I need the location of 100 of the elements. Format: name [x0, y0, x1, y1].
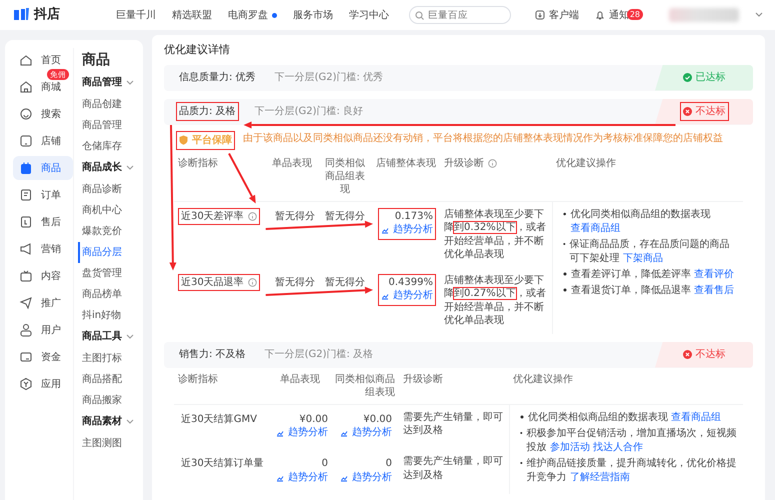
cell-value: 暂无得分	[325, 276, 365, 289]
sidebar-item[interactable]: 首页	[13, 48, 73, 72]
sidebar-item[interactable]: 营销	[13, 237, 73, 261]
sidebar-item[interactable]: 内容	[13, 264, 73, 288]
nav-link[interactable]: 学习中心	[349, 8, 389, 22]
metric-name: 近30天结算订单量	[181, 457, 264, 471]
submenu-item[interactable]: 商品分层	[78, 242, 143, 263]
diagnosis-text: 店铺整体表现至少要下降到0.27%以下，或者开始经营单品，并不断优化单品表现	[444, 274, 547, 328]
submenu-group[interactable]: 商品工具	[82, 326, 143, 348]
column-header: 单品表现	[280, 372, 320, 386]
cell-value: 0.4399%	[388, 276, 433, 289]
suggestion-text: 维护商品链接质量，提升商城转化，优化价格提升竞争力 了解经营指南	[526, 456, 737, 484]
suggestion-text: 保证商品品质，存在品质问题的商品可下架处理 下架商品	[570, 238, 731, 266]
trend-link[interactable]: 趋势分析	[381, 289, 433, 302]
cell-value: 0	[322, 457, 328, 471]
sidebar-item[interactable]: 资金	[13, 345, 73, 369]
suggestion-text: 优化同类相似商品组的数据表现 查看商品组	[570, 208, 712, 236]
action-link[interactable]: 查看商品组	[570, 222, 620, 234]
diagnosis-text: 需要先产生销量，即可达到及格	[403, 455, 504, 482]
page-title: 优化建议详情	[164, 42, 231, 58]
notice-text: 由于该商品以及同类相似商品还没有动销，平台将根据您的店铺整体表现情况作为考核标准保障您的店铺权益	[243, 132, 723, 146]
threshold-text: 下一分层(G2)门槛: 及格	[264, 348, 374, 362]
sidebar-item[interactable]: 用户	[13, 318, 73, 342]
suggestion-text: 积极参加平台促销活动，增加直播场次，短视频投放 参加活动 找达人合作	[526, 426, 737, 454]
action-link[interactable]: 参加活动	[550, 442, 590, 452]
submenu-item[interactable]: 商品创建	[82, 94, 143, 115]
column-header: 升级诊断	[403, 372, 443, 386]
cell-value: ¥0.00	[363, 412, 392, 426]
threshold-text: 下一分层(G2)门槛: 良好	[254, 104, 364, 119]
metric-name: 近30天品退率	[181, 276, 244, 289]
status-label: 不达标	[696, 348, 726, 362]
sidebar-item[interactable]: 商品	[13, 156, 73, 180]
sidebar-item[interactable]: 推广	[13, 291, 73, 315]
cell-value: ¥0.00	[299, 412, 328, 426]
sidebar-item[interactable]: 店铺	[13, 129, 73, 153]
sidebar-item[interactable]: 售后	[13, 210, 73, 234]
section-label: 销售力: 不及格	[178, 348, 247, 362]
nav-link[interactable]: 服务市场	[293, 8, 333, 22]
column-header: 同类相似商品组表现	[334, 372, 395, 398]
trend-link[interactable]: 趋势分析	[276, 470, 328, 484]
trend-link[interactable]: 趋势分析	[381, 223, 433, 236]
sidebar-item[interactable]: 订单	[13, 183, 73, 207]
trend-link[interactable]: 趋势分析	[340, 470, 392, 484]
action-link[interactable]: 找达人合作	[592, 442, 643, 452]
action-link[interactable]: 下架商品	[622, 252, 663, 264]
submenu-item[interactable]: 商品榜单	[82, 284, 143, 305]
submenu-group[interactable]: 商品管理	[82, 72, 143, 94]
submenu-group[interactable]: 商品素材	[82, 411, 143, 433]
action-link[interactable]: 查看评价	[694, 268, 734, 280]
search-field[interactable]: 巨量百应	[409, 6, 511, 24]
column-header: 诊断指标	[178, 156, 218, 170]
submenu-group[interactable]: 商品成长	[82, 157, 143, 179]
nav-link[interactable]: 精选联盟	[172, 8, 212, 22]
submenu-item[interactable]: 爆款竞价	[82, 221, 143, 242]
submenu-item[interactable]: 盘货管理	[82, 263, 143, 284]
submenu-item[interactable]: 商机中心	[82, 200, 143, 221]
cell-value: 暂无得分	[325, 210, 365, 223]
column-header: 升级诊断	[444, 156, 484, 170]
column-header: 同类相似商品组表现	[324, 156, 366, 196]
submenu-item[interactable]: 商品诊断	[82, 179, 143, 200]
submenu-item[interactable]: 主图测图	[82, 433, 143, 454]
cell-value: 0.173%	[394, 210, 433, 223]
trend-link[interactable]: 趋势分析	[276, 426, 328, 440]
section-label: 信息质量力: 优秀	[178, 70, 257, 85]
threshold-text: 下一分层(G2)门槛: 优秀	[274, 70, 384, 85]
metric-name: 近30天结算GMV	[181, 412, 257, 426]
submenu-title: 商品	[82, 50, 111, 70]
suggestion-text: 查看退货订单，降低品退率 查看售后	[571, 284, 734, 298]
action-link[interactable]: 了解经营指南	[570, 472, 630, 482]
diagnosis-text: 需要先产生销量，即可达到及格	[403, 410, 504, 438]
client-link[interactable]: 客户端	[535, 8, 579, 22]
action-link[interactable]: 查看售后	[694, 284, 734, 296]
submenu-item[interactable]: 商品搭配	[82, 369, 143, 390]
trend-link[interactable]: 趋势分析	[340, 426, 392, 440]
cell-value: 0	[386, 457, 392, 471]
submenu-item[interactable]: 仓储库存	[82, 136, 143, 157]
count-badge: 28	[626, 8, 643, 20]
sidebar-item[interactable]: 搜索	[13, 102, 73, 126]
suggestion-text: 优化同类相似商品组的数据表现 查看商品组	[528, 410, 722, 424]
cell-value: 暂无得分	[275, 276, 315, 289]
logo-text: 抖店	[34, 6, 60, 24]
column-header: 单品表现	[272, 156, 312, 170]
column-header: 店铺整体表现	[376, 156, 436, 170]
column-header: 诊断指标	[178, 372, 218, 386]
cell-value: 暂无得分	[275, 210, 315, 223]
column-header: 优化建议操作	[556, 156, 616, 170]
diagnosis-text: 店铺整体表现至少要下降到0.32%以下，或者开始经营单品，并不断优化单品表现	[444, 208, 547, 262]
nav-link[interactable]: 电商罗盘	[228, 8, 277, 22]
suggestion-text: 查看差评订单，降低差评率 查看评价	[571, 268, 734, 282]
submenu-item[interactable]: 商品搬家	[82, 390, 143, 411]
status-label: 已达标	[696, 70, 726, 85]
status-label: 不达标	[696, 104, 726, 119]
nav-link[interactable]: 巨量千川	[116, 8, 156, 22]
section-label: 品质力: 及格	[176, 102, 239, 121]
sidebar-item[interactable]: 应用	[13, 372, 73, 396]
submenu-item[interactable]: 主图打标	[82, 348, 143, 369]
column-header: 优化建议操作	[513, 372, 573, 386]
submenu-item[interactable]: 商品管理	[82, 115, 143, 136]
submenu-item[interactable]: 抖in好物	[82, 305, 143, 326]
action-link[interactable]: 查看商品组	[671, 412, 722, 422]
